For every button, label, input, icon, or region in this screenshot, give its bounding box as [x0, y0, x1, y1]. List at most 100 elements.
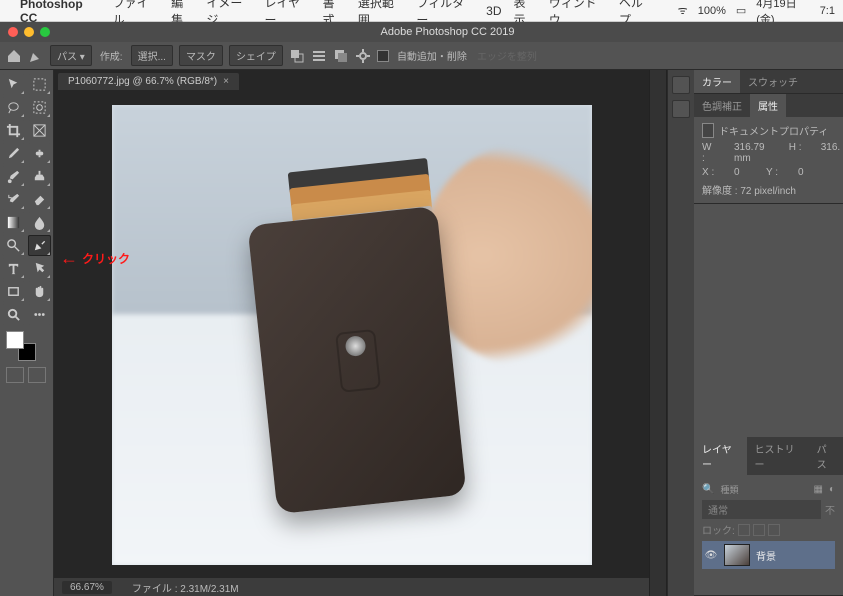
blur-tool[interactable]	[28, 212, 51, 233]
quick-select-tool[interactable]	[28, 97, 51, 118]
clone-stamp-tool[interactable]	[28, 166, 51, 187]
path-mode-dropdown[interactable]: パス ▾	[50, 45, 92, 66]
toolbox	[0, 70, 54, 596]
panels-area: カラー スウォッチ 色調補正 属性 ドキュメントプロパティ	[667, 70, 843, 596]
tab-paths[interactable]: パス	[809, 437, 843, 475]
hand-tool[interactable]	[28, 281, 51, 302]
document-tab[interactable]: P1060772.jpg @ 66.7% (RGB/8*) ×	[58, 73, 239, 90]
rectangle-shape-tool[interactable]	[2, 281, 25, 302]
visibility-toggle-icon[interactable]: 👁	[704, 550, 718, 561]
filter-icon-1[interactable]: ▦	[814, 484, 823, 495]
make-shape-button[interactable]: シェイプ	[229, 45, 283, 66]
crop-tool[interactable]	[2, 120, 25, 141]
mac-menubar: Photoshop CC ファイル 編集 イメージ レイヤー 書式 選択範囲 フ…	[0, 0, 843, 22]
layer-filter-dropdown[interactable]: 種類	[720, 483, 738, 496]
search-icon[interactable]: 🔍	[702, 484, 714, 495]
gear-icon[interactable]	[355, 48, 371, 64]
eraser-tool[interactable]	[28, 189, 51, 210]
file-size-status: ファイル : 2.31M/2.31M	[132, 580, 239, 595]
layers-panel-group: レイヤー ヒストリー パス 🔍 種類 ▦ ◐ 通常	[694, 437, 843, 596]
layer-thumbnail[interactable]	[724, 544, 750, 566]
history-brush-tool[interactable]	[2, 189, 25, 210]
lasso-tool[interactable]	[2, 97, 25, 118]
close-tab-icon[interactable]: ×	[223, 76, 229, 87]
lock-pixels-button[interactable]	[738, 524, 750, 536]
tab-adjustments[interactable]: 色調補正	[694, 94, 750, 117]
zoom-level[interactable]: 66.67%	[62, 581, 112, 594]
prop-x-label: X :	[702, 167, 716, 178]
document-icon	[702, 123, 714, 138]
battery-status[interactable]: 100%	[698, 5, 726, 17]
battery-icon: ▭	[736, 4, 746, 17]
tab-swatches[interactable]: スウォッチ	[740, 70, 806, 93]
wifi-icon[interactable]: ᯤ	[678, 3, 688, 18]
path-select-tool[interactable]	[28, 258, 51, 279]
edit-toolbar-button[interactable]	[28, 304, 51, 325]
frame-tool[interactable]	[28, 120, 51, 141]
adjustments-panel-group: 色調補正 属性 ドキュメントプロパティ W : 316.79 mm H : 31…	[694, 94, 843, 204]
tab-layers[interactable]: レイヤー	[694, 437, 747, 475]
options-bar: パス ▾ 作成: 選択... マスク シェイプ 自動追加・削除 エッジを整列	[0, 42, 843, 70]
app-name[interactable]: Photoshop CC	[20, 0, 101, 25]
path-ops-icon[interactable]	[289, 48, 305, 64]
blend-mode-dropdown[interactable]: 通常	[702, 500, 821, 519]
prop-h-value[interactable]: 316.	[821, 142, 835, 164]
path-align-icon[interactable]	[311, 48, 327, 64]
make-selection-button[interactable]: 選択...	[131, 45, 173, 66]
canvas[interactable]	[112, 105, 592, 565]
opacity-label: 不	[825, 502, 835, 517]
document-area: P1060772.jpg @ 66.7% (RGB/8*) × 66.67% フ…	[54, 70, 649, 596]
prop-y-label: Y :	[766, 167, 780, 178]
dodge-tool[interactable]	[2, 235, 25, 256]
quick-mask-button[interactable]	[6, 367, 24, 383]
lock-position-button[interactable]	[753, 524, 765, 536]
foreground-color[interactable]	[6, 331, 24, 349]
menu-time[interactable]: 7:1	[820, 5, 835, 17]
main-area: P1060772.jpg @ 66.7% (RGB/8*) × 66.67% フ…	[0, 70, 843, 596]
prop-h-label: H :	[789, 142, 803, 164]
screen-mode-button[interactable]	[28, 367, 46, 383]
canvas-viewport[interactable]	[54, 92, 649, 578]
tab-history[interactable]: ヒストリー	[747, 437, 809, 475]
align-edges-label: エッジを整列	[475, 48, 539, 63]
prop-w-value[interactable]: 316.79 mm	[734, 142, 771, 164]
prop-x-value[interactable]: 0	[734, 167, 748, 178]
move-tool[interactable]	[2, 74, 25, 95]
zoom-window-button[interactable]	[40, 27, 50, 37]
properties-title: ドキュメントプロパティ	[719, 123, 828, 138]
close-window-button[interactable]	[8, 27, 18, 37]
zoom-tool[interactable]	[2, 304, 25, 325]
layer-item-background[interactable]: 👁 背景	[702, 541, 835, 569]
traffic-lights	[8, 27, 50, 37]
photo-wallet	[247, 206, 466, 514]
prop-y-value[interactable]: 0	[798, 167, 812, 178]
home-icon[interactable]	[6, 48, 22, 64]
tab-properties[interactable]: 属性	[750, 94, 786, 117]
dock-icon-2[interactable]	[672, 100, 690, 118]
minimize-window-button[interactable]	[24, 27, 34, 37]
eyedropper-tool[interactable]	[2, 143, 25, 164]
brush-tool[interactable]	[2, 166, 25, 187]
prop-resolution: 解像度 : 72 pixel/inch	[702, 182, 835, 197]
tab-color[interactable]: カラー	[694, 70, 740, 93]
color-panel-group: カラー スウォッチ	[694, 70, 843, 94]
make-mask-button[interactable]: マスク	[179, 45, 223, 66]
filter-icon-2[interactable]: ◐	[829, 484, 835, 495]
panel-gap	[649, 70, 667, 596]
window-title: Adobe Photoshop CC 2019	[60, 26, 835, 38]
status-bar: 66.67% ファイル : 2.31M/2.31M	[54, 578, 649, 596]
auto-add-delete-checkbox[interactable]	[377, 50, 389, 62]
layer-name[interactable]: 背景	[756, 548, 776, 563]
gradient-tool[interactable]	[2, 212, 25, 233]
menu-3d[interactable]: 3D	[486, 4, 501, 18]
path-arrange-icon[interactable]	[333, 48, 349, 64]
lock-all-button[interactable]	[768, 524, 780, 536]
healing-brush-tool[interactable]	[28, 143, 51, 164]
pen-tool[interactable]	[28, 235, 51, 256]
app-window: Adobe Photoshop CC 2019 パス ▾ 作成: 選択... マ…	[0, 22, 843, 596]
pen-tool-indicator-icon	[28, 48, 44, 64]
color-swatches[interactable]	[6, 331, 36, 361]
dock-icon-1[interactable]	[672, 76, 690, 94]
rect-marquee-tool[interactable]	[28, 74, 51, 95]
type-tool[interactable]	[2, 258, 25, 279]
